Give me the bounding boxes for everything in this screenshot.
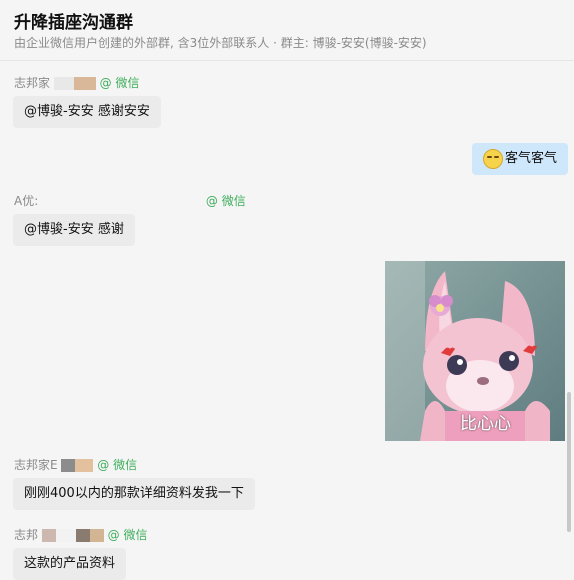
group-title[interactable]: 升降插座沟通群 [14,8,133,33]
message-sender: A优: @ 微信 [14,192,246,209]
message-bubble[interactable]: 刚刚400以内的那款详细资料发我一下 [13,478,255,510]
sender-name: 志邦家 [14,76,51,90]
redacted-name [75,459,94,472]
message-sender: 志邦家E @ 微信 [14,456,137,473]
message-sender: 志邦家 @ 微信 [14,74,140,91]
message-sender: 志邦 @ 微信 [14,526,148,543]
sender-name: 志邦 [14,528,39,542]
chat-header: 升降插座沟通群 由企业微信用户创建的外部群, 含3位外部联系人 · 群主: 博骏… [0,0,574,61]
message-bubble[interactable]: 这款的产品资料 [13,548,127,580]
sender-name: A优: [14,194,39,208]
redacted-name [53,77,74,90]
redacted-name [73,77,96,90]
wechat-source-label: @ 微信 [99,76,140,90]
redacted-name [55,529,76,542]
redacted-name [75,529,90,542]
redacted-name [61,459,76,472]
redacted-name [89,529,104,542]
message-bubble[interactable]: @博骏-安安 感谢 [13,214,135,246]
chat-scrollbar[interactable] [567,392,571,532]
redacted-name [41,529,56,542]
sender-name: 志邦家E [14,458,58,472]
embarrassed-emoji-icon [483,148,503,169]
wechat-source-label: @ 微信 [97,458,138,472]
sticker-image[interactable]: 比心心 [385,261,565,441]
wechat-source-label: @ 微信 [107,528,148,542]
group-subtitle: 由企业微信用户创建的外部群, 含3位外部联系人 · 群主: 博骏-安安(博骏-安… [14,36,427,50]
sticker-caption: 比心心 [460,414,511,434]
redacted-name [42,195,202,208]
message-text: 客气客气 [505,151,558,166]
wechat-source-label: @ 微信 [205,194,246,208]
message-bubble-self[interactable]: 客气客气 [472,143,569,175]
message-bubble[interactable]: @博骏-安安 感谢安安 [13,96,161,128]
